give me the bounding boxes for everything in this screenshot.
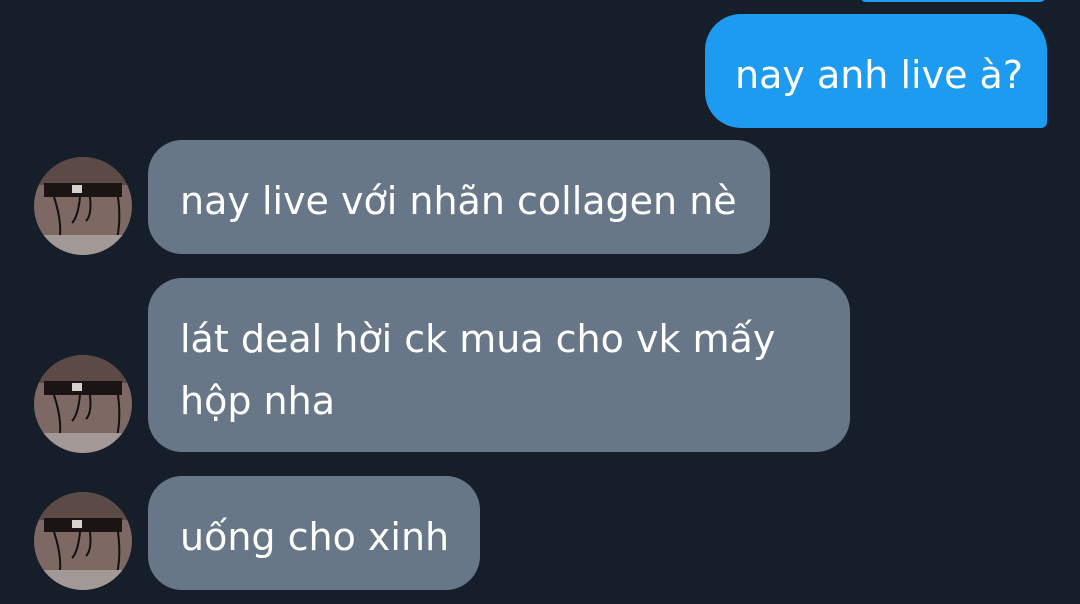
message-text: lát deal hời ck mua cho vk mấy hộp nha [180,317,776,423]
contact-avatar[interactable] [34,492,132,590]
incoming-message-bubble[interactable]: nay live với nhãn collagen nè [148,140,770,254]
message-text: nay live với nhãn collagen nè [180,179,737,223]
contact-avatar[interactable] [34,355,132,453]
chat-thread: nay anh live à? nay live với nhãn collag… [0,0,1080,604]
incoming-message-bubble[interactable]: lát deal hời ck mua cho vk mấy hộp nha [148,278,850,452]
contact-avatar[interactable] [34,157,132,255]
incoming-message-bubble[interactable]: uống cho xinh [148,476,480,590]
previous-message-bubble-edge[interactable] [860,0,1046,2]
message-text: uống cho xinh [180,515,450,559]
outgoing-message-bubble[interactable]: nay anh live à? [705,14,1047,128]
message-text: nay anh live à? [735,53,1023,97]
